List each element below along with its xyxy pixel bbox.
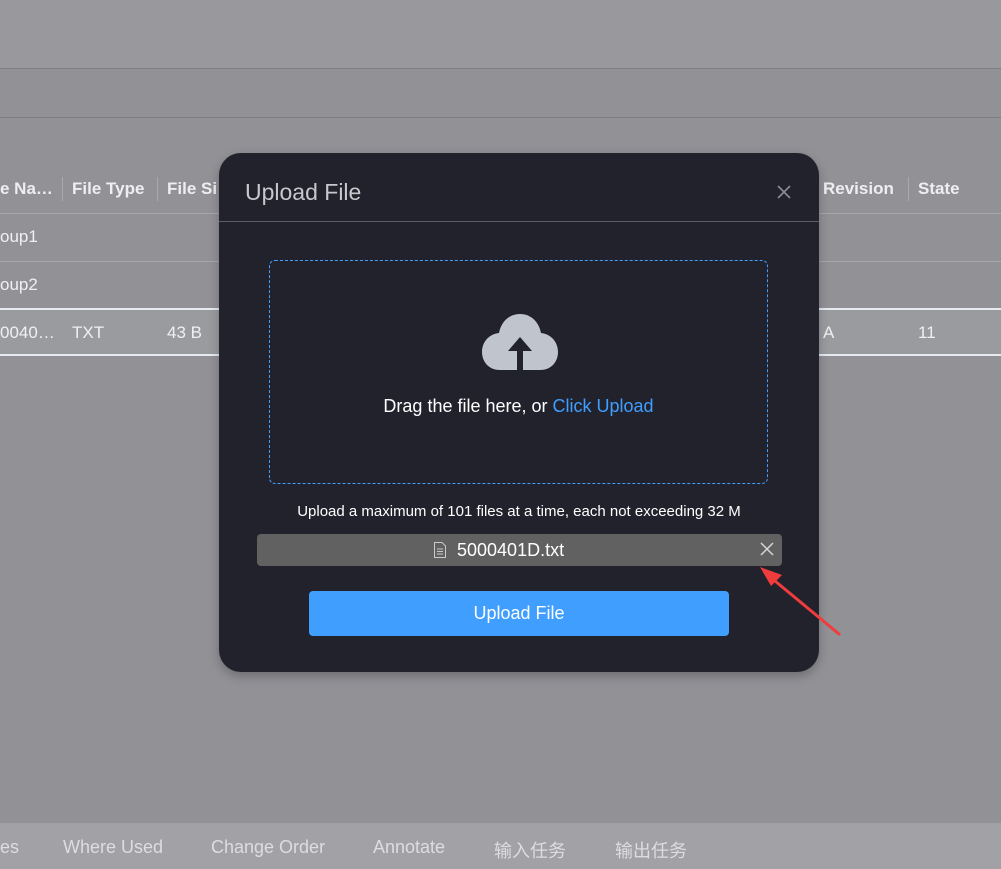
dropzone-instruction: Drag the file here, or: [383, 396, 553, 416]
close-icon[interactable]: [773, 181, 795, 203]
dropzone-text: Drag the file here, or Click Upload: [270, 396, 767, 417]
cell-name: 0040…: [0, 323, 55, 342]
tab-annotate[interactable]: Annotate: [373, 837, 445, 858]
file-list-item: 5000401D.txt: [257, 534, 782, 566]
cloud-upload-icon: [482, 314, 558, 371]
toolbar: [0, 69, 1001, 118]
cell-file-type: TXT: [72, 323, 105, 342]
column-divider[interactable]: [157, 177, 158, 201]
column-divider[interactable]: [62, 177, 63, 201]
remove-file-icon[interactable]: [760, 542, 774, 556]
upload-dropzone[interactable]: Drag the file here, or Click Upload: [269, 260, 768, 484]
dialog-divider: [219, 221, 819, 222]
column-divider[interactable]: [908, 177, 909, 201]
upload-limit-hint: Upload a maximum of 101 files at a time,…: [297, 503, 741, 520]
cell-name: oup2: [0, 275, 38, 294]
tab-input-tasks[interactable]: 输入任务: [494, 837, 566, 863]
upload-file-button[interactable]: Upload File: [309, 591, 729, 636]
cell-revision: A: [823, 323, 835, 342]
dialog-title: Upload File: [245, 179, 362, 205]
document-icon: [434, 542, 446, 558]
file-name: 5000401D.txt: [457, 540, 565, 560]
cell-file-size: 43 B: [167, 323, 202, 342]
top-bar: [0, 0, 1001, 69]
column-header-revision[interactable]: Revision: [823, 177, 894, 201]
upload-file-dialog: Upload File Drag the file here, or Click…: [219, 153, 819, 672]
tab-where-used[interactable]: Where Used: [63, 837, 163, 858]
column-header-file-type[interactable]: File Type: [72, 177, 144, 201]
tab-output-tasks[interactable]: 输出任务: [615, 837, 687, 863]
cell-state: 11: [918, 323, 936, 342]
cell-name: oup1: [0, 227, 38, 246]
column-header-name[interactable]: e Na…: [0, 177, 53, 201]
tab-change-order[interactable]: Change Order: [211, 837, 325, 858]
column-header-file-size[interactable]: File Si: [167, 177, 217, 201]
tab-partial[interactable]: es: [0, 837, 19, 858]
click-upload-link[interactable]: Click Upload: [553, 396, 654, 416]
bottom-tab-bar: es Where Used Change Order Annotate 输入任务…: [0, 823, 1001, 869]
column-header-state[interactable]: State: [918, 177, 960, 201]
